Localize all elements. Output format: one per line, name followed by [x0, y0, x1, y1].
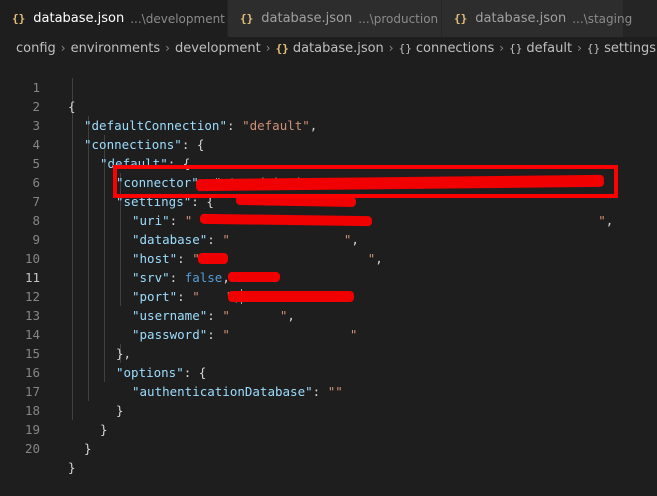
code-line: 20 }	[0, 420, 657, 475]
tab-database-development[interactable]: {} database.json ...\development ×	[0, 0, 251, 37]
breadcrumb-environments[interactable]: environments	[71, 41, 161, 56]
redaction-scribble	[235, 194, 357, 208]
tab-label: database.json	[475, 11, 567, 26]
breadcrumb-connections-label: connections	[415, 40, 495, 56]
code-line: 11 "port": "",	[0, 249, 657, 304]
tab-label: database.json	[261, 11, 353, 26]
tab-label: database.json	[33, 11, 125, 26]
code-line: 17 }	[0, 363, 657, 418]
breadcrumb-default-label: default	[526, 40, 573, 56]
line-number: 20	[24, 441, 40, 456]
code-line: 5 "connector": "strapi-hook-mongoose",	[0, 135, 657, 190]
json-file-icon: {}	[454, 12, 468, 25]
tab-description: ...\staging	[572, 11, 633, 26]
chevron-right-icon: ›	[388, 41, 394, 55]
redaction-scribble	[198, 253, 228, 264]
code-line: 4 "default": {	[0, 116, 657, 171]
breadcrumb-config[interactable]: config	[16, 41, 56, 56]
code-line: 3 "connections": {	[0, 97, 657, 152]
tab-database-production[interactable]: {} database.json ...\production	[228, 0, 442, 37]
breadcrumb-connections[interactable]: {} connections	[399, 41, 495, 56]
breadcrumb-file-label: database.json	[292, 40, 384, 56]
code-line: 15 "options": {	[0, 325, 657, 380]
code-line: 6 "settings": {	[0, 154, 657, 209]
object-icon: {}	[398, 41, 412, 55]
code-line: 10 "srv": false,	[0, 230, 657, 285]
code-line: 14 },	[0, 306, 657, 361]
json-file-icon: {}	[275, 41, 289, 55]
breadcrumb-default[interactable]: {} default	[509, 41, 572, 56]
chevron-right-icon: ›	[60, 41, 66, 55]
chevron-right-icon: ›	[499, 41, 505, 55]
code-line: 16 "authenticationDatabase": ""	[0, 344, 657, 399]
redaction-scribble	[228, 291, 354, 302]
tab-bar: {} database.json ...\development × {} da…	[0, 0, 657, 37]
breadcrumb-settings[interactable]: {} settings	[587, 41, 656, 56]
breadcrumb-development[interactable]: development	[175, 41, 261, 56]
code-line: 12 "username": " ",	[0, 268, 657, 323]
redaction-scribble	[228, 272, 280, 282]
brace: }	[84, 441, 92, 456]
json-file-icon: {}	[240, 12, 254, 25]
breadcrumb-file[interactable]: {} database.json	[276, 41, 384, 56]
chevron-right-icon: ›	[165, 41, 170, 55]
code-line: 2 "defaultConnection": "default",	[0, 78, 657, 133]
tab-database-staging[interactable]: {} database.json ...\staging	[442, 0, 632, 37]
code-line: 18 }	[0, 382, 657, 437]
tab-description: ...\development	[130, 11, 225, 26]
chevron-right-icon: ›	[265, 41, 271, 55]
breadcrumb-settings-label: settings	[604, 40, 656, 56]
chevron-right-icon: ›	[577, 41, 582, 55]
breadcrumb: config › environments › development › {}…	[0, 37, 657, 59]
code-line: 1 {	[0, 59, 657, 114]
brace: }	[68, 460, 76, 475]
object-icon: {}	[509, 41, 523, 55]
code-line: 19 }	[0, 401, 657, 456]
object-icon: {}	[586, 41, 601, 55]
tab-description: ...\production	[358, 11, 439, 26]
code-editor[interactable]: 1 { 2 "defaultConnection": "default", 3 …	[0, 59, 657, 475]
json-file-icon: {}	[12, 12, 26, 25]
